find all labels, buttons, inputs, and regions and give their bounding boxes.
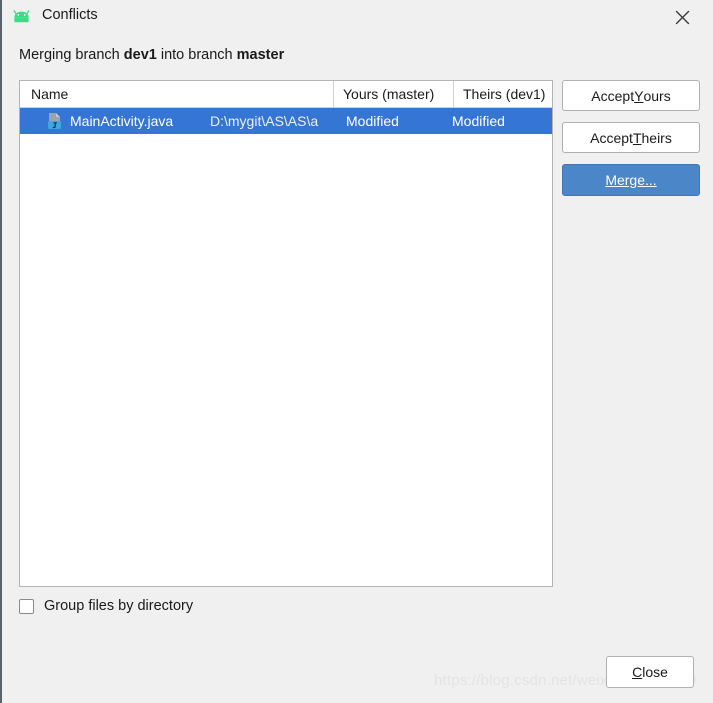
merge-label-after: erge... [616,172,657,188]
close-button[interactable]: Close [606,656,694,688]
window-title: Conflicts [42,7,98,23]
source-branch-name: dev1 [123,47,157,63]
accept-yours-label-before: Accept [591,87,635,104]
accept-yours-mnemonic: Y [634,87,644,104]
table-header: Name Yours (master) Theirs (dev1) [20,81,552,108]
accept-yours-label-after: ours [643,87,671,104]
target-branch-name: master [236,47,285,63]
merge-mnemonic: M [605,172,617,188]
checkbox-label: Group files by directory [44,598,194,614]
accept-theirs-button[interactable]: Accept Theirs [562,122,700,153]
accept-yours-button[interactable]: Accept Yours [562,80,700,111]
title-bar: Conflicts [2,0,713,33]
merge-desc-middle: into branch [156,47,237,63]
conflicts-dialog: Conflicts Merging branch dev1 into branc… [0,0,713,703]
column-header-theirs[interactable]: Theirs (dev1) [453,81,552,107]
merge-button[interactable]: Merge... [562,164,700,196]
java-file-icon [46,112,64,130]
column-header-name[interactable]: Name [20,81,333,107]
table-row[interactable]: MainActivity.java D:\mygit\AS\AS\a Modif… [20,108,552,134]
column-header-yours[interactable]: Yours (master) [333,81,453,107]
accept-theirs-label-after: heirs [641,129,672,146]
cell-yours-status: Modified [346,113,399,129]
cell-filename: MainActivity.java [70,113,174,129]
group-files-by-directory-checkbox[interactable]: Group files by directory [19,598,193,614]
close-icon[interactable] [662,4,702,30]
conflict-file-list[interactable]: Name Yours (master) Theirs (dev1) MainAc… [19,80,553,587]
close-mnemonic: C [632,664,643,680]
close-label-after: lose [642,664,668,680]
cell-file-path: D:\mygit\AS\AS\a [210,113,319,129]
android-icon [13,8,33,26]
accept-theirs-mnemonic: T [632,129,642,146]
merge-desc-prefix: Merging branch [19,47,124,63]
merge-description: Merging branch dev1 into branch master [19,47,284,63]
accept-theirs-label-before: Accept [590,129,633,146]
checkbox-box[interactable] [19,598,34,614]
table-body: MainActivity.java D:\mygit\AS\AS\a Modif… [20,108,552,134]
cell-theirs-status: Modified [452,113,505,129]
